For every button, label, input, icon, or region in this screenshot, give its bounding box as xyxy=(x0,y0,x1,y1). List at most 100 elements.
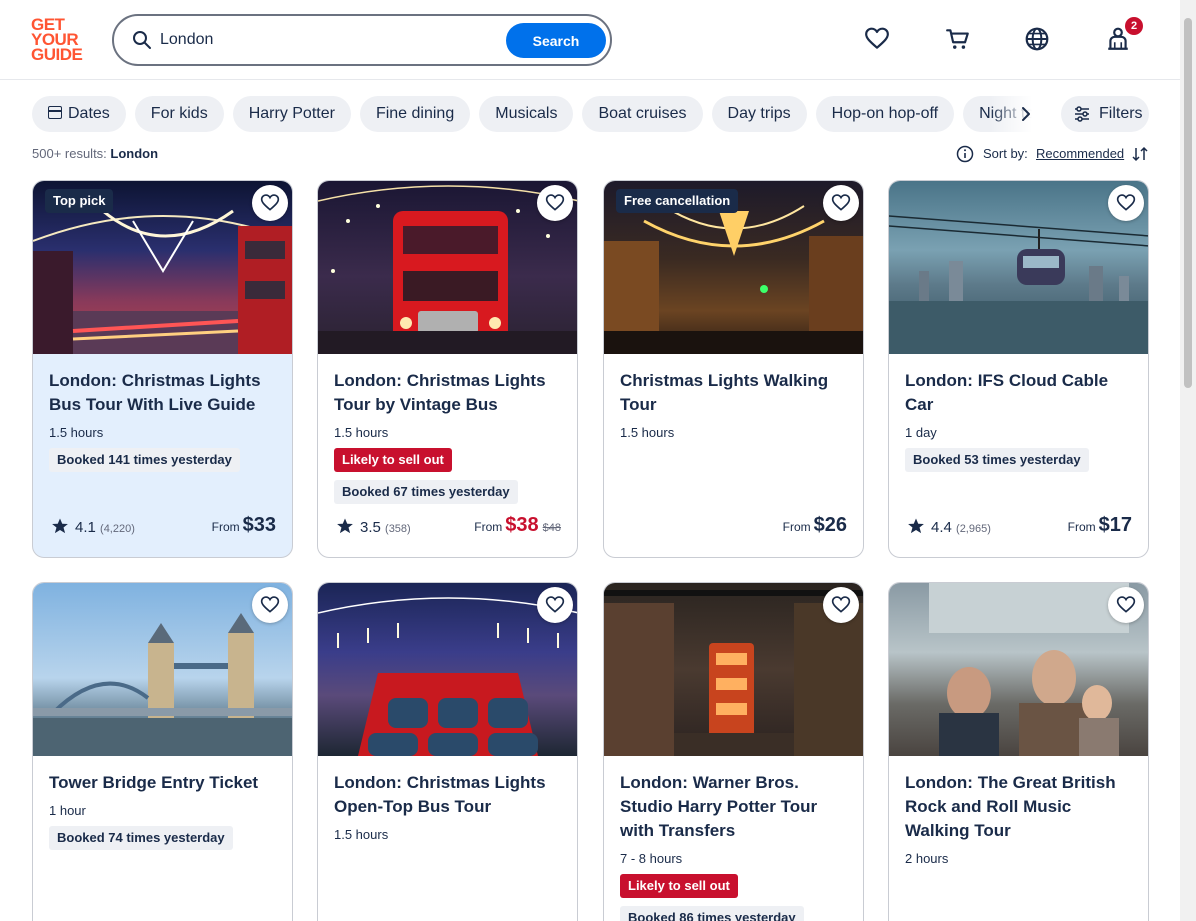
original-price: $48 xyxy=(542,522,561,534)
activity-image[interactable] xyxy=(318,583,577,756)
star-icon xyxy=(908,518,924,534)
likely-to-sell-out-badge: Likely to sell out xyxy=(620,874,738,898)
price-from: From xyxy=(211,520,240,534)
star-icon xyxy=(337,518,353,534)
chip-for-kids[interactable]: For kids xyxy=(134,96,224,132)
activity-card[interactable]: Free cancellation Christmas Lights Walki… xyxy=(603,180,864,558)
activity-image[interactable] xyxy=(889,583,1148,756)
chip-fine-dining[interactable]: Fine dining xyxy=(359,96,471,132)
activity-duration: 1.5 hours xyxy=(620,425,675,440)
info-icon[interactable] xyxy=(956,145,974,163)
activity-image[interactable] xyxy=(889,181,1148,354)
category-chips: Dates For kids Harry Potter Fine dining Musi… xyxy=(32,96,1062,132)
search-button[interactable]: Search xyxy=(506,23,606,58)
rating-value: 4.1 xyxy=(75,519,96,536)
filters-button[interactable]: Filters xyxy=(1061,96,1149,132)
cart-icon[interactable] xyxy=(945,26,971,52)
search-input[interactable] xyxy=(160,28,500,52)
site-header: GET YOUR GUIDE Search 2 xyxy=(0,0,1180,80)
activity-card[interactable]: Top pick London: Christmas Lights Bus To… xyxy=(32,180,293,558)
price: From $26 xyxy=(783,514,847,537)
chip-dates[interactable]: Dates xyxy=(32,96,126,132)
activity-card[interactable]: Tower Bridge Entry Ticket 1 hour Booked … xyxy=(32,582,293,921)
activity-title[interactable]: London: The Great British Rock and Roll … xyxy=(905,771,1132,843)
heart-icon xyxy=(1116,194,1136,211)
heart-icon xyxy=(1116,596,1136,613)
activity-image[interactable]: Top pick xyxy=(33,181,292,354)
wishlist-button[interactable] xyxy=(252,587,288,623)
heart-icon[interactable] xyxy=(864,26,890,52)
heart-icon xyxy=(260,596,280,613)
wishlist-button[interactable] xyxy=(1108,587,1144,623)
activity-title[interactable]: Christmas Lights Walking Tour xyxy=(620,369,847,417)
filters-label: Filters xyxy=(1099,105,1143,122)
review-count: (358) xyxy=(385,523,411,535)
price: From $17 xyxy=(1068,514,1132,537)
chip-musicals[interactable]: Musicals xyxy=(479,96,574,132)
activity-duration: 1 day xyxy=(905,425,937,440)
chip-label: Dates xyxy=(68,105,110,122)
logo-line-3: GUIDE xyxy=(31,45,83,64)
chevron-right-icon[interactable] xyxy=(1016,104,1036,124)
scrollbar-thumb[interactable] xyxy=(1184,18,1192,388)
activity-image[interactable] xyxy=(604,583,863,756)
activity-title[interactable]: London: Christmas Lights Open-Top Bus To… xyxy=(334,771,561,819)
activity-duration: 7 - 8 hours xyxy=(620,851,683,866)
activity-title[interactable]: London: Christmas Lights Tour by Vintage… xyxy=(334,369,561,417)
tag-top-pick: Top pick xyxy=(45,189,114,213)
activity-image[interactable] xyxy=(318,181,577,354)
activity-card[interactable]: London: The Great British Rock and Roll … xyxy=(888,582,1149,921)
sort-arrows-icon[interactable] xyxy=(1131,145,1149,163)
price-from: From xyxy=(474,520,503,534)
sort-label: Sort by: xyxy=(983,146,1028,161)
activity-card[interactable]: London: Christmas Lights Tour by Vintage… xyxy=(317,180,578,558)
wishlist-button[interactable] xyxy=(823,587,859,623)
heart-icon xyxy=(831,596,851,613)
price-from: From xyxy=(782,520,811,534)
activity-duration: 1.5 hours xyxy=(334,827,389,842)
sort-control[interactable]: Sort by: Recommended xyxy=(956,144,1150,164)
chip-boat-cruises[interactable]: Boat cruises xyxy=(582,96,703,132)
activity-duration: 1.5 hours xyxy=(334,425,389,440)
results-query: London xyxy=(110,146,159,161)
chip-day-trips[interactable]: Day trips xyxy=(711,96,807,132)
rating: 4.1 (4,220) xyxy=(51,517,135,536)
search-icon xyxy=(133,31,151,49)
rating-value: 3.5 xyxy=(360,519,381,536)
heart-icon xyxy=(260,194,280,211)
activity-duration: 1 hour xyxy=(49,803,86,818)
booked-badge: Booked 74 times yesterday xyxy=(49,826,233,850)
wishlist-button[interactable] xyxy=(537,587,573,623)
wishlist-button[interactable] xyxy=(1108,185,1144,221)
chip-hop-on-hop-off[interactable]: Hop-on hop-off xyxy=(815,96,955,132)
activity-image[interactable] xyxy=(33,583,292,756)
wishlist-button[interactable] xyxy=(823,185,859,221)
activity-card[interactable]: London: IFS Cloud Cable Car 1 day Booked… xyxy=(888,180,1149,558)
getyourguide-logo[interactable]: GET YOUR GUIDE xyxy=(31,16,91,64)
heart-icon xyxy=(545,596,565,613)
scrollbar[interactable] xyxy=(1180,0,1196,921)
activity-card[interactable]: London: Warner Bros. Studio Harry Potter… xyxy=(603,582,864,921)
globe-icon[interactable] xyxy=(1024,26,1050,52)
wishlist-button[interactable] xyxy=(537,185,573,221)
chip-harry-potter[interactable]: Harry Potter xyxy=(232,96,351,132)
wishlist-button[interactable] xyxy=(252,185,288,221)
sort-value[interactable]: Recommended xyxy=(1036,146,1124,161)
rating-value: 4.4 xyxy=(931,519,952,536)
review-count: (2,965) xyxy=(956,523,991,535)
activity-title[interactable]: Tower Bridge Entry Ticket xyxy=(49,771,276,795)
activity-duration: 1.5 hours xyxy=(49,425,104,440)
activity-card[interactable]: London: Christmas Lights Open-Top Bus To… xyxy=(317,582,578,921)
rating: 3.5 (358) xyxy=(336,517,411,536)
price-amount: $38 xyxy=(505,514,539,536)
heart-icon xyxy=(545,194,565,211)
activity-image[interactable]: Free cancellation xyxy=(604,181,863,354)
heart-icon xyxy=(831,194,851,211)
review-count: (4,220) xyxy=(100,523,135,535)
activity-title[interactable]: London: Christmas Lights Bus Tour With L… xyxy=(49,369,276,417)
booked-badge: Booked 67 times yesterday xyxy=(334,480,518,504)
star-icon xyxy=(52,518,68,534)
activity-title[interactable]: London: IFS Cloud Cable Car xyxy=(905,369,1132,417)
price-from: From xyxy=(1067,520,1096,534)
activity-title[interactable]: London: Warner Bros. Studio Harry Potter… xyxy=(620,771,847,843)
